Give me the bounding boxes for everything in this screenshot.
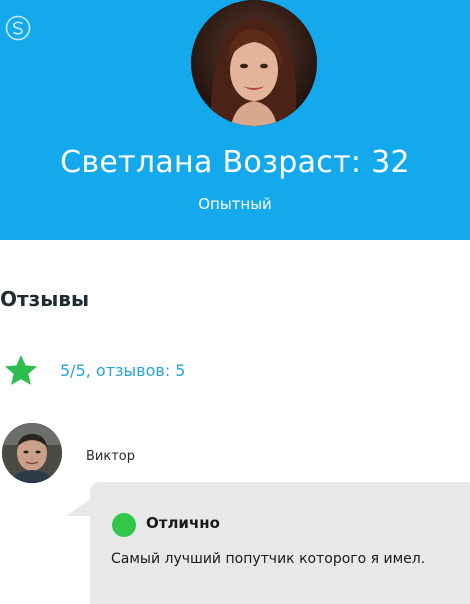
rating-summary-text: 5/5, отзывов: 5 <box>60 360 186 380</box>
status-dot-icon <box>112 513 136 537</box>
woman-portrait-icon <box>191 0 317 126</box>
review-bubble <box>90 482 470 604</box>
man-portrait-icon <box>2 423 62 483</box>
watermark-logo-icon <box>5 15 31 41</box>
review-status-label: Отлично <box>146 514 220 532</box>
reviews-section-title: Отзывы <box>0 287 90 311</box>
profile-name-age: Светлана Возраст: 32 <box>60 145 410 180</box>
reviewer-avatar[interactable] <box>2 423 62 483</box>
review-text: Самый лучший попутчик которого я имел. <box>111 551 426 567</box>
rating-summary: 5/5, отзывов: 5 <box>4 354 185 386</box>
star-icon <box>5 355 37 385</box>
profile-avatar[interactable] <box>191 0 317 126</box>
reviewer-name: Виктор <box>86 449 135 464</box>
review-bubble-tail <box>66 498 92 516</box>
profile-level-badge: Опытный <box>198 195 272 213</box>
profile-header: Светлана Возраст: 32 Опытный <box>0 0 470 240</box>
